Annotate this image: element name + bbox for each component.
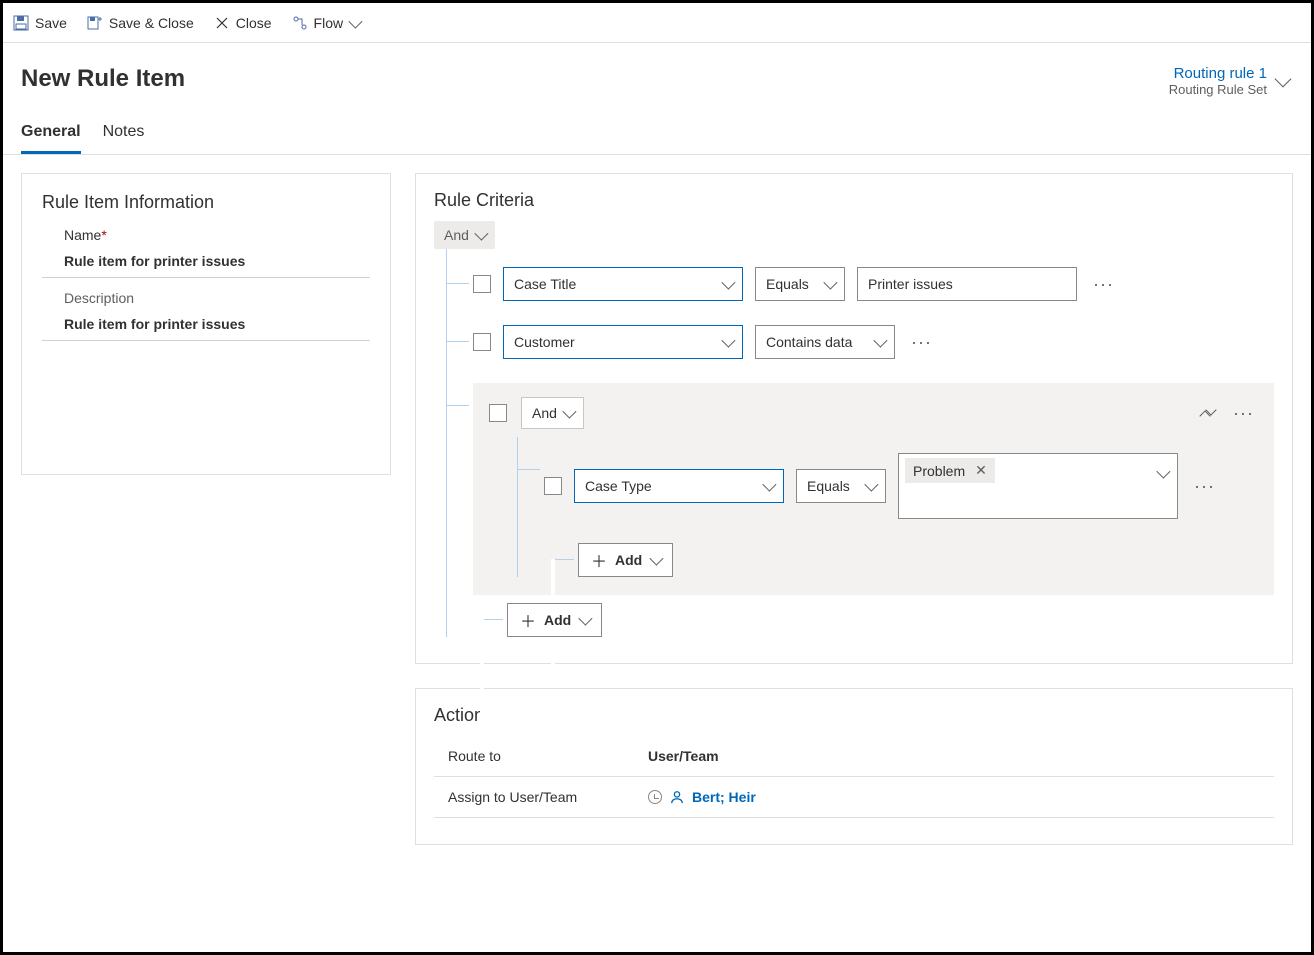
route-to-label: Route to — [448, 748, 608, 764]
plus-icon: ＋ — [591, 548, 607, 572]
action-section: Action Route to User/Team Assign to User… — [415, 688, 1293, 845]
parent-entity-type: Routing Rule Set — [1169, 82, 1267, 97]
field-selector[interactable]: Customer — [503, 325, 743, 359]
root-group-operator[interactable]: And — [434, 221, 495, 249]
nested-group-header: And ··· — [489, 397, 1258, 429]
form-tabs: General Notes — [3, 97, 1311, 155]
assign-to-value[interactable]: Bert; Heir — [648, 789, 756, 805]
description-field[interactable]: Rule item for printer issues — [42, 306, 370, 341]
route-to-row: Route to User/Team — [434, 736, 1274, 777]
condition-row: Case Type Equals Problem — [544, 453, 1258, 519]
save-label: Save — [35, 15, 67, 31]
field-selector[interactable]: Case Title — [503, 267, 743, 301]
save-close-label: Save & Close — [109, 15, 194, 31]
tab-general[interactable]: General — [21, 123, 81, 154]
close-label: Close — [236, 15, 272, 31]
person-icon — [670, 790, 684, 804]
assign-to-row: Assign to User/Team Bert; Heir — [434, 777, 1274, 818]
tab-notes[interactable]: Notes — [103, 123, 145, 154]
command-bar: Save Save & Close Close Flow — [3, 3, 1311, 43]
nested-condition-group: And ··· Case — [473, 383, 1274, 595]
save-icon — [13, 15, 29, 31]
operator-selector[interactable]: Equals — [796, 469, 886, 503]
chevron-down-icon — [474, 227, 488, 241]
root-add-row: ＋ Add — [507, 603, 1274, 637]
row-more-menu[interactable]: ··· — [1190, 476, 1219, 497]
assigned-user-link[interactable]: Bert; Heir — [692, 789, 756, 805]
form-header: New Rule Item Routing rule 1 Routing Rul… — [3, 43, 1311, 97]
chevron-down-icon — [721, 276, 735, 290]
nested-add-row: ＋ Add — [578, 543, 1258, 577]
chevron-down-icon — [721, 334, 735, 348]
assign-to-label: Assign to User/Team — [448, 789, 608, 805]
chevron-down-icon — [1156, 465, 1170, 479]
recent-icon — [648, 790, 662, 804]
save-close-icon — [87, 15, 103, 31]
condition-row: Customer Contains data ··· — [473, 325, 1274, 359]
chevron-down-icon[interactable] — [1275, 71, 1292, 88]
chevron-down-icon — [864, 478, 878, 492]
right-column: Rule Criteria And Case Title — [415, 173, 1293, 845]
rule-item-info-section: Rule Item Information Name* Rule item fo… — [21, 173, 391, 475]
close-button[interactable]: Close — [214, 15, 272, 31]
chevron-down-icon — [873, 334, 887, 348]
plus-icon: ＋ — [520, 608, 536, 632]
row-more-menu[interactable]: ··· — [1089, 274, 1118, 295]
save-button[interactable]: Save — [13, 15, 67, 31]
group-more-menu[interactable]: ··· — [1229, 403, 1258, 424]
condition-builder: And Case Title Equals — [434, 221, 1274, 637]
required-indicator: * — [101, 227, 106, 243]
row-more-menu[interactable]: ··· — [907, 332, 936, 353]
group-checkbox[interactable] — [489, 404, 507, 422]
operator-selector[interactable]: Contains data — [755, 325, 895, 359]
chevron-down-icon — [579, 612, 593, 626]
close-icon — [214, 15, 230, 31]
chevron-down-icon — [562, 405, 576, 419]
chevron-down-icon — [348, 14, 362, 28]
name-field[interactable]: Rule item for printer issues — [42, 243, 370, 278]
flow-icon — [292, 15, 308, 31]
field-selector[interactable]: Case Type — [574, 469, 784, 503]
page-title: New Rule Item — [21, 65, 185, 97]
rule-criteria-section: Rule Criteria And Case Title — [415, 173, 1293, 664]
parent-record[interactable]: Routing rule 1 Routing Rule Set — [1169, 65, 1293, 97]
nested-branch: Case Type Equals Problem — [517, 437, 1258, 577]
flow-menu[interactable]: Flow — [292, 15, 360, 31]
parent-link[interactable]: Routing rule 1 — [1169, 65, 1267, 82]
row-checkbox[interactable] — [544, 477, 562, 495]
group-operator[interactable]: And — [521, 397, 584, 429]
section-heading: Rule Criteria — [434, 190, 1274, 211]
section-heading: Rule Item Information — [42, 192, 370, 213]
description-label: Description — [64, 290, 370, 306]
form-body: Rule Item Information Name* Rule item fo… — [3, 155, 1311, 863]
row-checkbox[interactable] — [473, 333, 491, 351]
section-heading: Action — [434, 705, 1274, 726]
remove-tag-icon[interactable]: ✕ — [975, 462, 987, 479]
name-label: Name* — [64, 227, 370, 243]
flow-label: Flow — [314, 15, 344, 31]
operator-selector[interactable]: Equals — [755, 267, 845, 301]
add-condition-button[interactable]: ＋ Add — [507, 603, 602, 637]
value-multiselect[interactable]: Problem ✕ — [898, 453, 1178, 519]
add-condition-button[interactable]: ＋ Add — [578, 543, 673, 577]
root-branch: Case Title Equals Printer issues ··· — [446, 249, 1274, 637]
chevron-down-icon — [762, 478, 776, 492]
chevron-down-icon — [650, 552, 664, 566]
route-to-value[interactable]: User/Team — [648, 748, 719, 764]
collapse-icon[interactable] — [1201, 406, 1215, 420]
chevron-down-icon — [823, 276, 837, 290]
value-input[interactable]: Printer issues — [857, 267, 1077, 301]
save-close-button[interactable]: Save & Close — [87, 15, 194, 31]
row-checkbox[interactable] — [473, 275, 491, 293]
condition-row: Case Title Equals Printer issues ··· — [473, 267, 1274, 301]
selected-tag: Problem ✕ — [905, 458, 995, 483]
